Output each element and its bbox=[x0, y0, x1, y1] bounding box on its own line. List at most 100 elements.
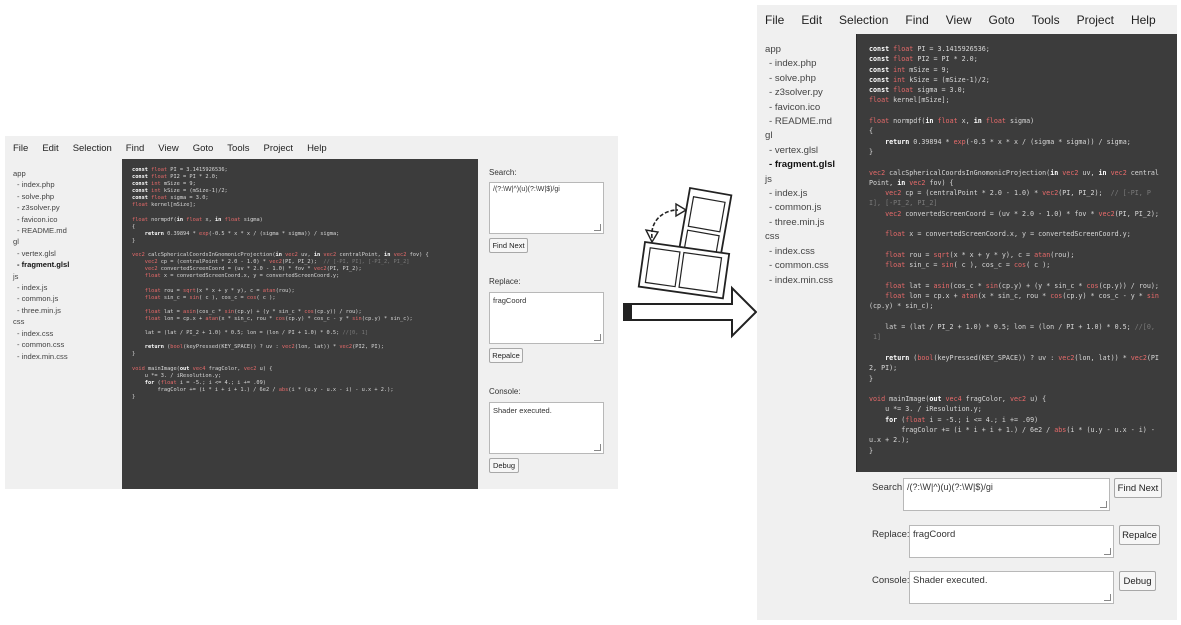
menu-goto-large[interactable]: Goto bbox=[989, 13, 1015, 27]
search-label-large: Search: bbox=[872, 482, 905, 493]
code-line: float normpdf(in float x, in float sigma… bbox=[132, 216, 263, 223]
menu-file[interactable]: File bbox=[13, 143, 28, 154]
tree-folder[interactable]: gl bbox=[13, 236, 69, 247]
replace-button[interactable]: Repalce bbox=[489, 348, 523, 363]
tree-folder-large[interactable]: gl bbox=[765, 129, 835, 143]
code-line: const int kSize = (mSize-1)/2; bbox=[132, 188, 228, 195]
tree-file[interactable]: - z3solver.py bbox=[13, 202, 69, 213]
tree-file[interactable]: - README.md bbox=[13, 225, 69, 236]
code-line: { bbox=[132, 223, 136, 230]
tree-file-large[interactable]: - README.md bbox=[765, 115, 835, 129]
tree-file-large[interactable]: - index.php bbox=[765, 57, 835, 71]
tree-file[interactable]: - vertex.glsl bbox=[13, 248, 69, 259]
menu-project-large[interactable]: Project bbox=[1077, 13, 1114, 27]
tree-folder-large[interactable]: js bbox=[765, 173, 835, 187]
tree-file[interactable]: - index.js bbox=[13, 282, 69, 293]
code-line: (cp.y) * sin_c); bbox=[869, 302, 934, 311]
code-line: const float PI2 = PI * 2.0; bbox=[132, 174, 219, 181]
code-line: vec2 convertedScreenCoord = (uv * 2.0 - … bbox=[144, 266, 362, 273]
console-output-large[interactable]: Shader executed. bbox=[909, 571, 1114, 604]
code-line: return 0.39894 * exp(-0.5 * x * x / (sig… bbox=[885, 137, 1131, 146]
replace-input-large[interactable]: fragCoord bbox=[909, 525, 1114, 558]
tree-file-large[interactable]: - three.min.js bbox=[765, 216, 835, 230]
code-text[interactable]: const float PI = 3.1415926536; const floa… bbox=[132, 167, 468, 401]
code-line: u *= 3. / iResolution.y; bbox=[132, 372, 222, 379]
find-next-button-large[interactable]: Find Next bbox=[1114, 478, 1162, 498]
search-input-value: /(?:\W|^)(u)(?:\W|$)/gi bbox=[493, 186, 560, 193]
search-input[interactable]: /(?:\W|^)(u)(?:\W|$)/gi bbox=[489, 182, 604, 234]
code-editor-large[interactable]: const float PI = 3.1415926536; const floa… bbox=[856, 34, 1177, 472]
tree-file[interactable]: - three.min.js bbox=[13, 305, 69, 316]
tree-file-large[interactable]: - fragment.glsl bbox=[765, 158, 835, 172]
tree-folder-large[interactable]: app bbox=[765, 43, 835, 57]
tree-file[interactable]: - common.js bbox=[13, 293, 69, 304]
code-line: const float sigma = 3.0; bbox=[869, 86, 966, 95]
code-line: vec2 calcSphericalCoordsInGnomonicProjec… bbox=[869, 168, 1159, 177]
code-line: const int kSize = (mSize-1)/2; bbox=[869, 75, 990, 84]
debug-button-large[interactable]: Debug bbox=[1119, 571, 1156, 591]
code-line: const float sigma = 3.0; bbox=[132, 195, 209, 202]
code-line: vec2 calcSphericalCoordsInGnomonicProjec… bbox=[132, 252, 429, 259]
tree-file[interactable]: - fragment.glsl bbox=[13, 259, 69, 270]
code-line: float lon = cp.x + atan(x * sin_c, rou *… bbox=[885, 292, 1159, 301]
menu-project[interactable]: Project bbox=[263, 143, 293, 154]
code-line: float rou = sqrt(x * x + y * y), c = ata… bbox=[144, 287, 295, 294]
menu-tools[interactable]: Tools bbox=[227, 143, 249, 154]
menu-view[interactable]: View bbox=[158, 143, 178, 154]
code-text-large[interactable]: const float PI = 3.1415926536; const floa… bbox=[869, 44, 1165, 456]
search-input-large[interactable]: /(?:\W|^)(u)(?:\W|$)/gi bbox=[903, 478, 1110, 511]
menu-find[interactable]: Find bbox=[126, 143, 144, 154]
code-line: Point, in vec2 fov) { bbox=[869, 178, 954, 187]
code-line: float lon = cp.x + atan(x * sin_c, rou *… bbox=[144, 315, 413, 322]
replace-button-large[interactable]: Repalce bbox=[1119, 525, 1160, 545]
menu-edit[interactable]: Edit bbox=[42, 143, 58, 154]
tree-file-large[interactable]: - index.css bbox=[765, 245, 835, 259]
menu-tools-large[interactable]: Tools bbox=[1032, 13, 1060, 27]
code-editor[interactable]: const float PI = 3.1415926536; const floa… bbox=[122, 159, 478, 489]
tree-folder[interactable]: css bbox=[13, 316, 69, 327]
tree-file-large[interactable]: - z3solver.py bbox=[765, 86, 835, 100]
menu-view-large[interactable]: View bbox=[946, 13, 972, 27]
file-tree-large: app - index.php - solve.php - z3solver.py - … bbox=[765, 43, 835, 288]
tree-folder[interactable]: app bbox=[13, 168, 69, 179]
replace-input[interactable]: fragCoord bbox=[489, 292, 604, 344]
search-input-value-large: /(?:\W|^)(u)(?:\W|$)/gi bbox=[907, 482, 993, 492]
tree-file-large[interactable]: - index.min.css bbox=[765, 274, 835, 288]
tree-file-large[interactable]: - common.js bbox=[765, 201, 835, 215]
menu-goto[interactable]: Goto bbox=[193, 143, 214, 154]
code-line: lat = (lat / PI_2 + 1.0) * 0.5; lon = (l… bbox=[132, 330, 368, 337]
tree-file[interactable]: - index.php bbox=[13, 179, 69, 190]
menu-edit-large[interactable]: Edit bbox=[801, 13, 822, 27]
menu-help-large[interactable]: Help bbox=[1131, 13, 1156, 27]
transform-illustration bbox=[623, 186, 758, 339]
debug-button[interactable]: Debug bbox=[489, 458, 519, 473]
tree-file-large[interactable]: - vertex.glsl bbox=[765, 144, 835, 158]
console-label: Console: bbox=[489, 387, 521, 396]
tree-file-large[interactable]: - solve.php bbox=[765, 72, 835, 86]
tree-file[interactable]: - common.css bbox=[13, 339, 69, 350]
code-line: float kernel[mSize]; bbox=[869, 96, 950, 105]
right-arrow-icon bbox=[623, 285, 758, 339]
menu-find-large[interactable]: Find bbox=[905, 13, 928, 27]
menu-file-large[interactable]: File bbox=[765, 13, 784, 27]
find-next-button[interactable]: Find Next bbox=[489, 238, 528, 253]
tree-file-large[interactable]: - favicon.ico bbox=[765, 101, 835, 115]
console-output[interactable]: Shader executed. bbox=[489, 402, 604, 454]
tree-folder-large[interactable]: css bbox=[765, 230, 835, 244]
menu-help[interactable]: Help bbox=[307, 143, 327, 154]
code-line: fragColor += (i * i + i + 1.) / 6e2 / ab… bbox=[869, 425, 1155, 434]
menu-selection-large[interactable]: Selection bbox=[839, 13, 888, 27]
tree-file[interactable]: - favicon.ico bbox=[13, 214, 69, 225]
replace-button-label: Repalce bbox=[492, 351, 520, 360]
tree-file-large[interactable]: - index.js bbox=[765, 187, 835, 201]
tree-file-large[interactable]: - common.css bbox=[765, 259, 835, 273]
tree-file[interactable]: - solve.php bbox=[13, 191, 69, 202]
menu-selection[interactable]: Selection bbox=[73, 143, 112, 154]
tree-folder[interactable]: js bbox=[13, 271, 69, 282]
tree-file[interactable]: - index.min.css bbox=[13, 351, 69, 362]
tree-file[interactable]: - index.css bbox=[13, 328, 69, 339]
